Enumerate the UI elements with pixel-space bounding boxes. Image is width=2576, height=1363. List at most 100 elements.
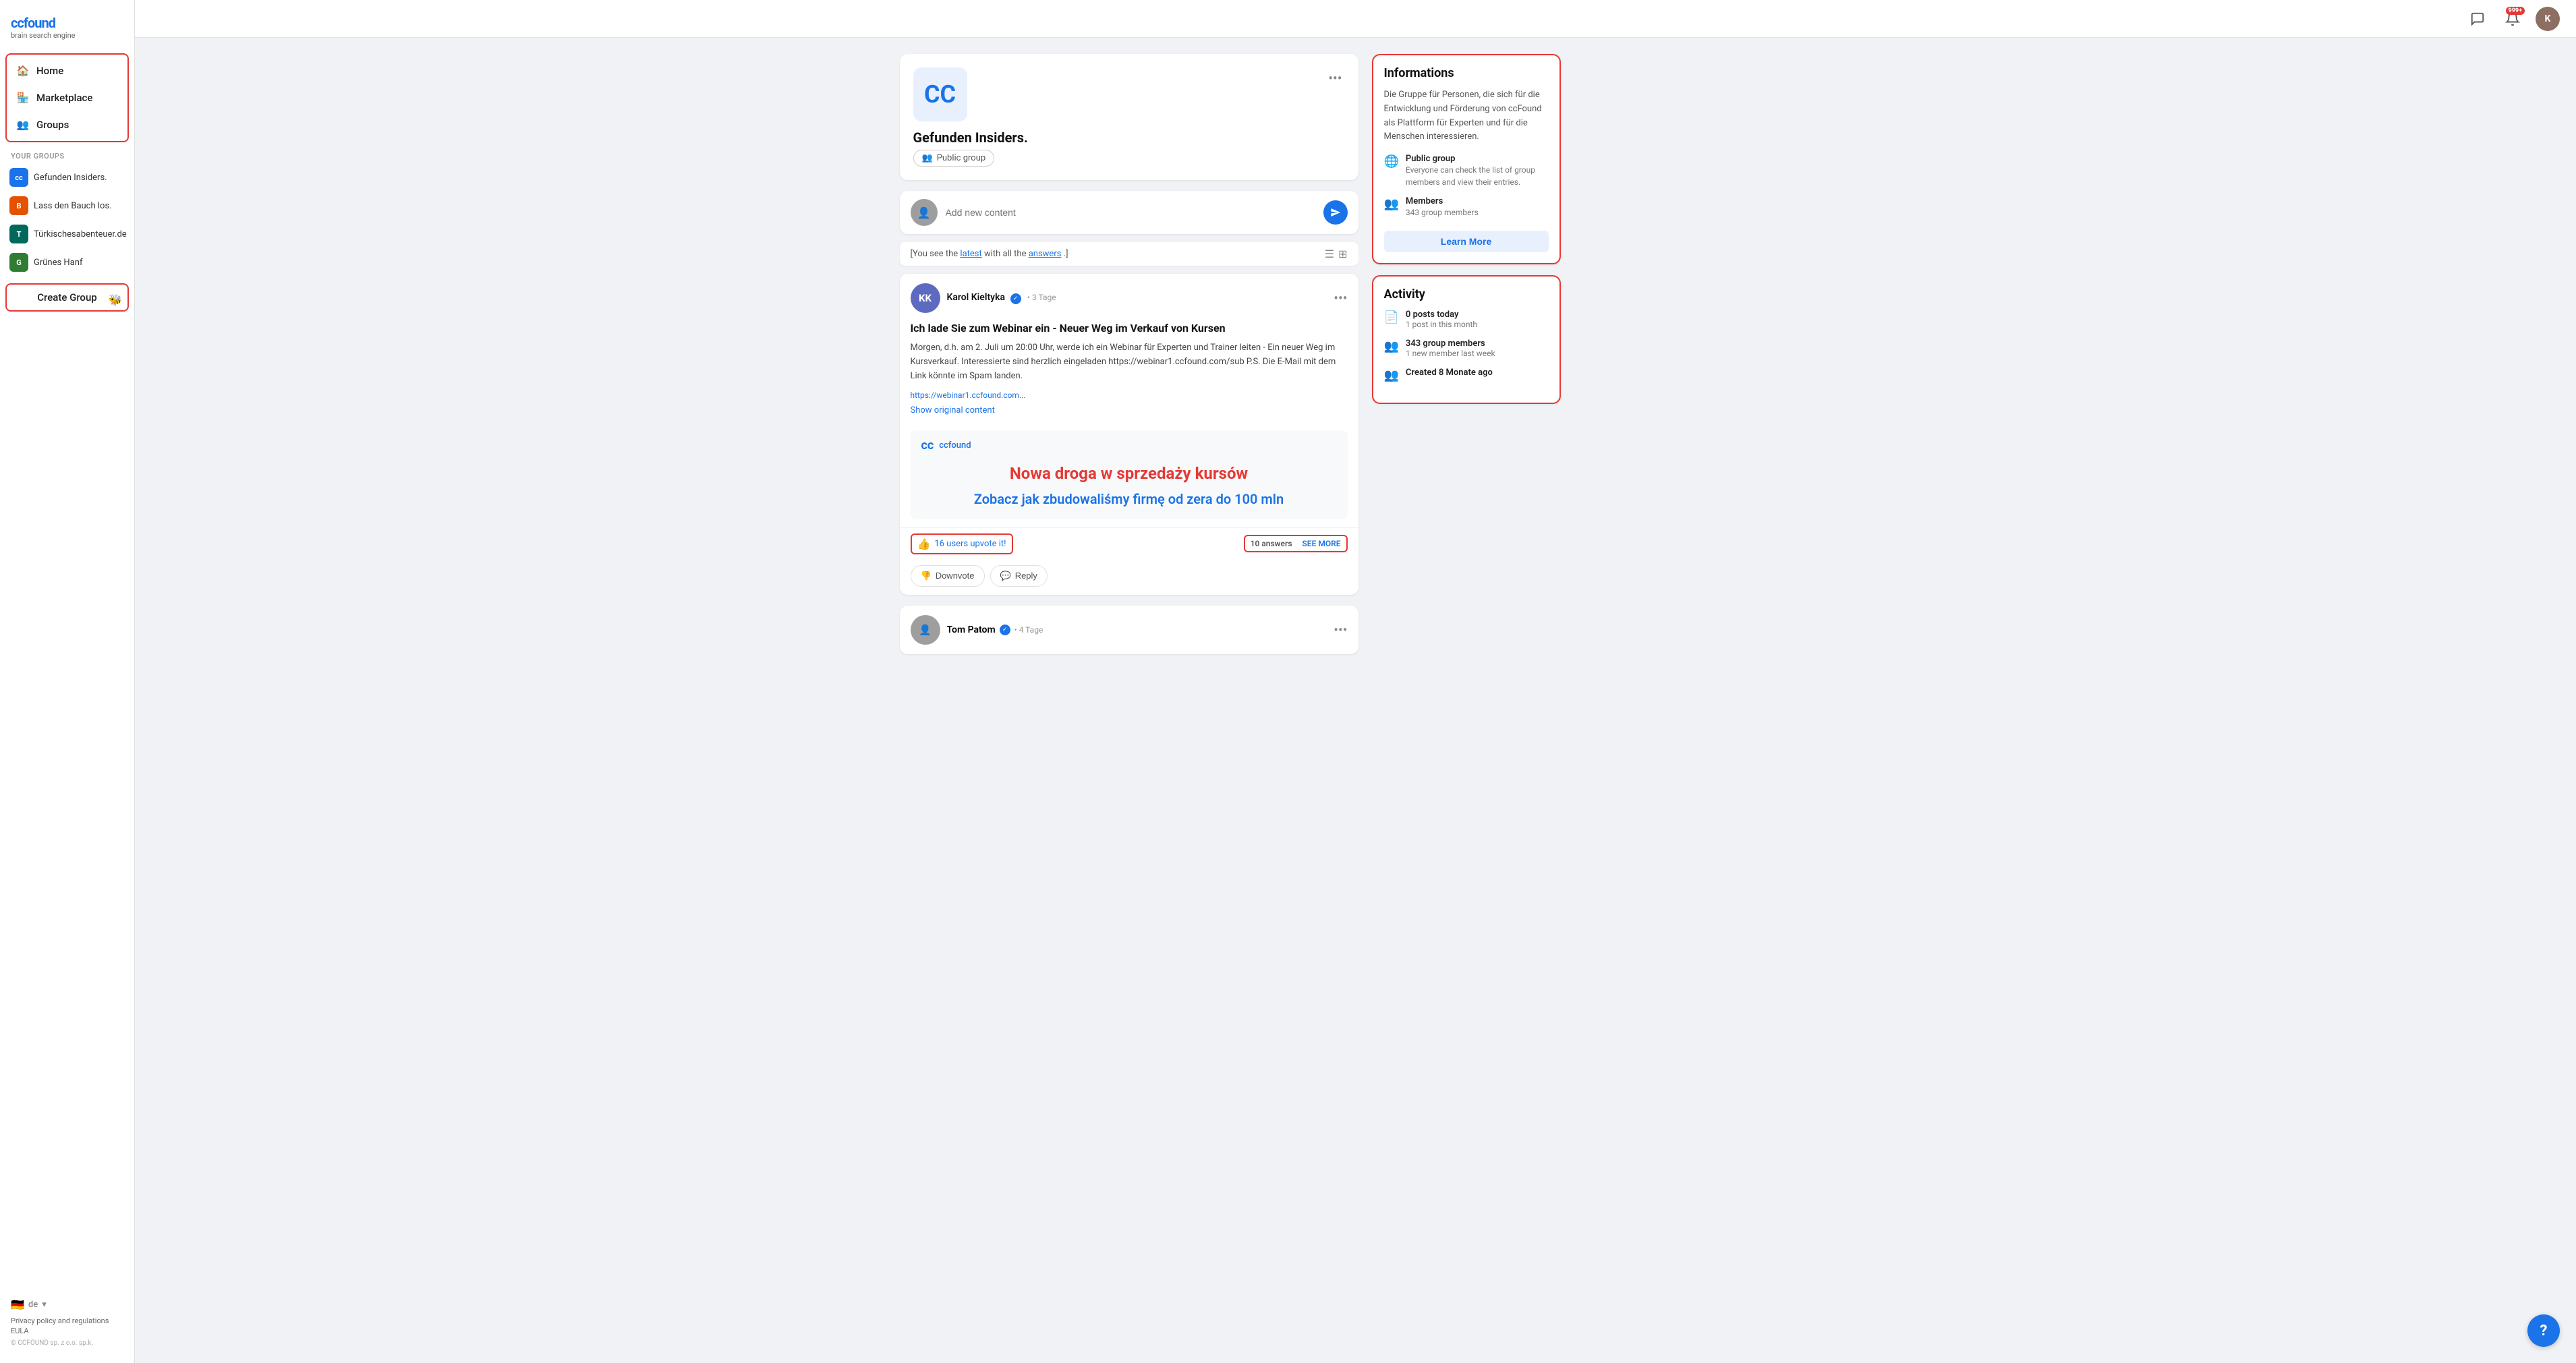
user-avatar[interactable]: K <box>2536 7 2560 31</box>
post-author: KK Karol Kieltyka ✓ • 3 Tage <box>911 283 1056 313</box>
list-icon[interactable]: ☰ <box>1325 248 1334 260</box>
post-content: Ich lade Sie zum Webinar ein - Neuer Weg… <box>900 318 1358 430</box>
activity-posts-main: 0 posts today <box>1406 310 1477 320</box>
learn-more-button[interactable]: Learn More <box>1384 231 1549 252</box>
user-initial: K <box>2545 13 2551 24</box>
messages-button[interactable] <box>2465 7 2490 31</box>
footer-links: Privacy policy and regulations EULA <box>11 1316 123 1335</box>
activity-title: Activity <box>1384 287 1549 301</box>
group-name-gefunden: Gefunden Insiders. <box>34 173 107 183</box>
activity-posts-text: 0 posts today 1 post in this month <box>1406 310 1477 329</box>
members-info-row: 👥 Members 343 group members <box>1384 196 1549 219</box>
activity-created-main: Created 8 Monate ago <box>1406 368 1493 378</box>
group-name-bauch: Lass den Bauch los. <box>34 201 112 211</box>
sidebar-nav: 🏠 Home 🏪 Marketplace 👥 Groups <box>5 53 129 142</box>
group-name-hanf: Grünes Hanf <box>34 258 82 268</box>
members-info-title: Members <box>1406 196 1479 206</box>
post-link[interactable]: https://webinar1.ccfound.com... <box>911 390 1348 400</box>
sidebar-group-bauch[interactable]: B Lass den Bauch los. <box>0 192 134 220</box>
activity-created-text: Created 8 Monate ago <box>1406 368 1493 378</box>
author-name-row: Karol Kieltyka ✓ • 3 Tage <box>947 292 1056 304</box>
activity-created-icon: 👥 <box>1384 368 1399 382</box>
members-info-content: Members 343 group members <box>1406 196 1479 219</box>
group-more-button[interactable]: ••• <box>1325 67 1344 89</box>
new-post-input[interactable] <box>946 207 1315 218</box>
public-group-badge[interactable]: 👥 Public group <box>913 150 995 167</box>
group-avatar-hanf: G <box>9 253 28 272</box>
chevron-down-icon: ▾ <box>42 1300 47 1310</box>
eula-link[interactable]: EULA <box>11 1327 123 1335</box>
preview-headline: Nowa droga w sprzedaży kursów <box>921 463 1337 484</box>
preview-brand: ccfound <box>939 440 971 451</box>
public-group-info-title: Public group <box>1406 154 1549 164</box>
post-header: KK Karol Kieltyka ✓ • 3 Tage ••• <box>900 274 1358 318</box>
logo-text: ccfound <box>11 15 75 31</box>
group-header-top: CC ••• <box>913 67 1345 121</box>
marketplace-icon: 🏪 <box>16 91 30 105</box>
group-header-card: CC ••• Gefunden Insiders. 👥 Public group <box>900 54 1358 180</box>
create-group-button[interactable]: Create Group 🐝 <box>5 283 129 312</box>
downvote-button[interactable]: 👎 Downvote <box>911 565 985 587</box>
public-group-info-row: 🌐 Public group Everyone can check the li… <box>1384 154 1549 188</box>
activity-members-sub: 1 new member last week <box>1406 349 1495 358</box>
second-post-more[interactable]: ••• <box>1334 622 1347 638</box>
group-logo: CC <box>913 67 967 121</box>
activity-card: Activity 📄 0 posts today 1 post in this … <box>1372 275 1561 404</box>
activity-row-members: 👥 343 group members 1 new member last we… <box>1384 339 1549 358</box>
grid-icon[interactable]: ⊞ <box>1338 248 1347 260</box>
activity-members-main: 343 group members <box>1406 339 1495 349</box>
post-actions: 👎 Downvote 💬 Reply <box>900 560 1358 595</box>
second-post-info: Tom Patom ✓ • 4 Tage <box>947 625 1043 635</box>
see-more-label[interactable]: SEE MORE <box>1302 539 1340 548</box>
second-verified-icon: ✓ <box>1000 625 1010 635</box>
notification-badge: 999+ <box>2506 7 2525 15</box>
language-selector[interactable]: 🇩🇪 de ▾ <box>11 1298 123 1311</box>
sidebar-item-marketplace[interactable]: 🏪 Marketplace <box>7 84 127 111</box>
post-more-button[interactable]: ••• <box>1334 290 1347 306</box>
copyright-text: © CCFOUND sp. z o.o. sp.k. <box>11 1339 123 1347</box>
send-post-button[interactable] <box>1323 200 1348 225</box>
thumbs-up-icon: 👍 <box>917 538 931 550</box>
show-original-button[interactable]: Show original content <box>911 405 1348 415</box>
sidebar-group-trkisch[interactable]: T Türkischesabenteuer.de <box>0 220 134 248</box>
post-time: • 3 Tage <box>1027 293 1056 302</box>
second-post-author: Tom Patom <box>947 625 996 635</box>
new-post-bar: 👤 <box>900 191 1358 234</box>
question-mark-icon: ? <box>2540 1323 2548 1339</box>
topbar: 999+ K <box>135 0 2576 38</box>
groups-icon: 👥 <box>16 118 30 132</box>
topbar-actions: 999+ K <box>2465 7 2560 31</box>
reply-button[interactable]: 💬 Reply <box>990 565 1048 587</box>
activity-row-created: 👥 Created 8 Monate ago <box>1384 368 1549 382</box>
informations-title: Informations <box>1384 66 1549 80</box>
feed-column: CC ••• Gefunden Insiders. 👥 Public group… <box>900 54 1358 665</box>
answers-link[interactable]: answers <box>1029 249 1062 259</box>
activity-members-text: 343 group members 1 new member last week <box>1406 339 1495 358</box>
upvote-section[interactable]: 👍 16 users upvote it! <box>911 533 1013 554</box>
sidebar-item-home[interactable]: 🏠 Home <box>7 57 127 84</box>
author-avatar: KK <box>911 283 940 313</box>
post-card-2: 👤 Tom Patom ✓ • 4 Tage ••• <box>900 606 1358 654</box>
sidebar-nav-home-label: Home <box>36 65 63 77</box>
public-group-info-content: Public group Everyone can check the list… <box>1406 154 1549 188</box>
latest-link[interactable]: latest <box>960 249 981 259</box>
privacy-link[interactable]: Privacy policy and regulations <box>11 1316 123 1325</box>
activity-posts-sub: 1 post in this month <box>1406 320 1477 329</box>
help-button[interactable]: ? <box>2527 1314 2560 1347</box>
answers-section[interactable]: 10 answers SEE MORE <box>1244 535 1348 552</box>
sidebar-footer: 🇩🇪 de ▾ Privacy policy and regulations E… <box>0 1290 134 1355</box>
author-name: Karol Kieltyka <box>947 292 1006 303</box>
main-wrapper: 999+ K CC ••• Gefunden Insiders. 👥 <box>135 0 2576 1363</box>
sidebar-group-gefunden[interactable]: cc Gefunden Insiders. <box>0 163 134 192</box>
notice-icons: ☰ ⊞ <box>1325 248 1348 260</box>
preview-header: cc ccfound <box>911 430 1348 457</box>
post-title: Ich lade Sie zum Webinar ein - Neuer Weg… <box>911 321 1348 336</box>
reply-icon: 💬 <box>1000 571 1011 581</box>
sidebar-item-groups[interactable]: 👥 Groups <box>7 111 127 138</box>
sidebar-group-hanf[interactable]: G Grünes Hanf <box>0 248 134 277</box>
informations-card: Informations Die Gruppe für Personen, di… <box>1372 54 1561 264</box>
document-icon: 📄 <box>1384 310 1399 324</box>
informations-description: Die Gruppe für Personen, die sich für di… <box>1384 88 1549 144</box>
language-code: de <box>28 1300 38 1310</box>
notifications-button[interactable]: 999+ <box>2500 7 2525 31</box>
